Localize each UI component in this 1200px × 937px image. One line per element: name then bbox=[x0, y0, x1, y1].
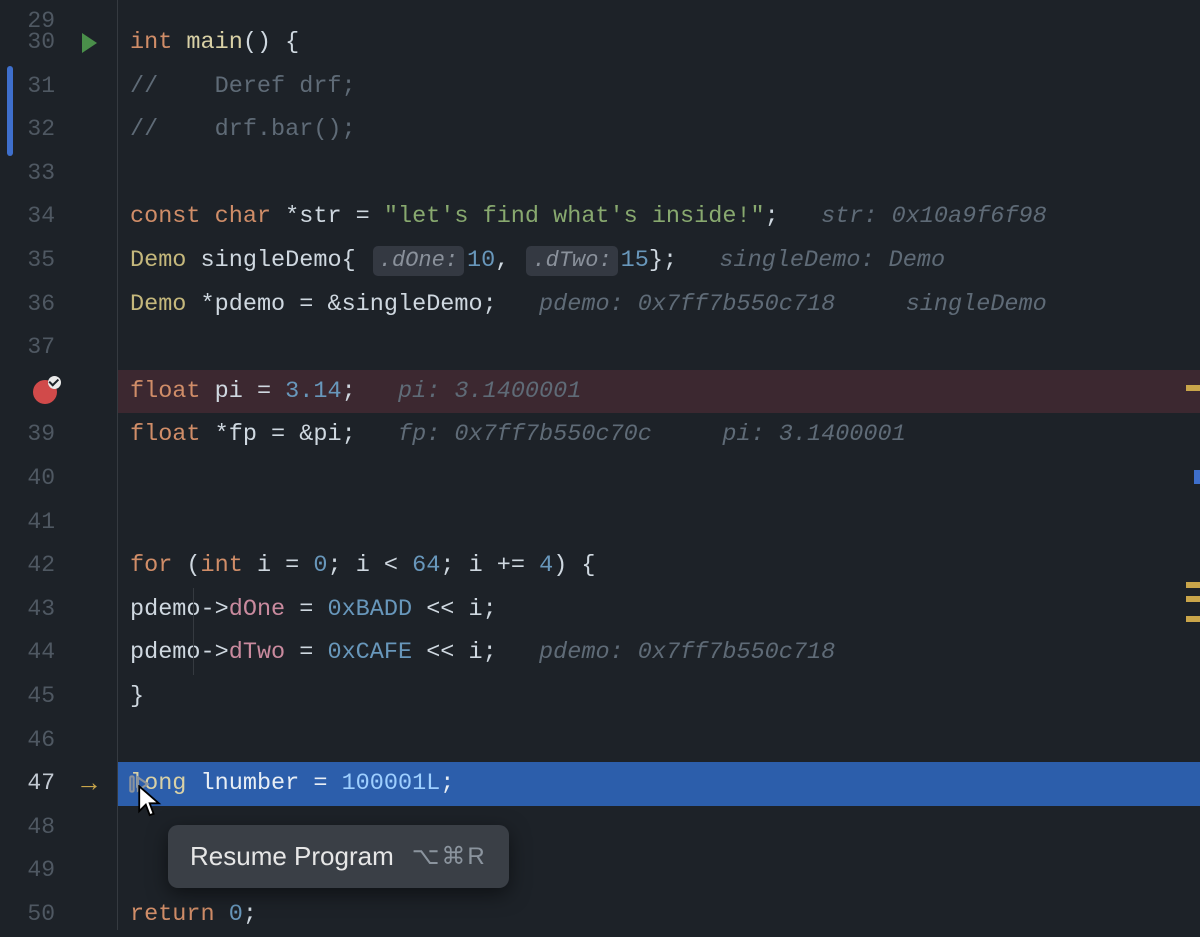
line-number[interactable]: 37 bbox=[0, 326, 55, 370]
line-number[interactable]: 32 bbox=[0, 108, 55, 152]
tooltip-shortcut: ⌥⌘R bbox=[412, 842, 487, 871]
code-line[interactable] bbox=[118, 457, 1200, 501]
code-line[interactable]: Demo singleDemo{ .dOne:10, .dTwo:15}; si… bbox=[118, 239, 1200, 283]
code-line[interactable]: const char *str = "let's find what's ins… bbox=[118, 195, 1200, 239]
line-number[interactable]: 43 bbox=[0, 588, 55, 632]
line-number[interactable]: 47 bbox=[0, 762, 55, 806]
line-number[interactable]: 35 bbox=[0, 239, 55, 283]
inline-debug-value: pi: 3.1400001 bbox=[722, 413, 905, 457]
code-line[interactable]: Demo *pdemo = &singleDemo; pdemo: 0x7ff7… bbox=[118, 283, 1200, 327]
code-line[interactable]: for (int i = 0; i < 64; i += 4) { bbox=[118, 544, 1200, 588]
line-number[interactable]: 45 bbox=[0, 675, 55, 719]
inline-debug-value: pdemo: 0x7ff7b550c718 bbox=[539, 283, 835, 327]
run-to-cursor-icon[interactable] bbox=[123, 762, 155, 806]
inline-debug-value: pdemo: 0x7ff7b550c718 bbox=[539, 631, 835, 675]
line-number[interactable]: 48 bbox=[0, 806, 55, 850]
line-number[interactable]: 41 bbox=[0, 501, 55, 545]
line-number[interactable]: 34 bbox=[0, 195, 55, 239]
inlay-hint: .dOne: bbox=[373, 246, 464, 276]
line-number[interactable]: 46 bbox=[0, 719, 55, 763]
line-number[interactable]: 36 bbox=[0, 283, 55, 327]
code-line[interactable] bbox=[118, 501, 1200, 545]
warning-marker[interactable] bbox=[1186, 385, 1200, 391]
code-editor: 29 30 31 32 33 34 35 36 37 38 39 40 41 4… bbox=[0, 0, 1200, 930]
code-line[interactable]: return 0; bbox=[118, 893, 1200, 937]
line-number[interactable]: 49 bbox=[0, 849, 55, 893]
editor-body[interactable]: int main() { // Deref drf; // drf.bar();… bbox=[118, 0, 1200, 930]
warning-marker[interactable] bbox=[1186, 616, 1200, 622]
breakpoint-icon[interactable] bbox=[18, 370, 72, 414]
line-number[interactable]: 39 bbox=[0, 413, 55, 457]
code-line[interactable] bbox=[118, 719, 1200, 763]
inline-debug-value: str: 0x10a9f6f98 bbox=[821, 195, 1047, 239]
code-line[interactable]: // drf.bar(); bbox=[118, 108, 1200, 152]
code-line[interactable] bbox=[118, 326, 1200, 370]
tooltip-label: Resume Program bbox=[190, 841, 394, 872]
gutter: 29 30 31 32 33 34 35 36 37 38 39 40 41 4… bbox=[0, 0, 118, 930]
tooltip: Resume Program ⌥⌘R bbox=[168, 825, 509, 888]
inline-debug-value: fp: 0x7ff7b550c70c bbox=[398, 413, 652, 457]
code-line-breakpoint[interactable]: float pi = 3.14; pi: 3.1400001 bbox=[118, 370, 1200, 414]
inline-debug-value: pi: 3.1400001 bbox=[398, 370, 581, 414]
run-gutter-icon[interactable] bbox=[62, 21, 116, 65]
code-line[interactable]: pdemo->dTwo = 0xCAFE << i; pdemo: 0x7ff7… bbox=[118, 631, 1200, 675]
inlay-hint: .dTwo: bbox=[526, 246, 617, 276]
line-number[interactable]: 30 bbox=[0, 21, 55, 65]
code-line[interactable]: } bbox=[118, 675, 1200, 719]
inline-debug-value: singleDemo bbox=[906, 283, 1047, 327]
marker-strip[interactable] bbox=[1184, 0, 1200, 930]
inline-debug-value: singleDemo: Demo bbox=[719, 239, 945, 283]
code-line-execution[interactable]: long lnumber = 100001L; bbox=[118, 762, 1200, 806]
execution-pointer-icon: → bbox=[62, 762, 116, 806]
line-number[interactable]: 40 bbox=[0, 457, 55, 501]
info-marker[interactable] bbox=[1194, 470, 1200, 484]
code-line[interactable]: pdemo->dOne = 0xBADD << i; bbox=[118, 588, 1200, 632]
line-number[interactable]: 44 bbox=[0, 631, 55, 675]
warning-marker[interactable] bbox=[1186, 596, 1200, 602]
indent-guide bbox=[193, 588, 194, 675]
line-number[interactable]: 33 bbox=[0, 152, 55, 196]
code-line[interactable] bbox=[118, 152, 1200, 196]
code-line[interactable]: // Deref drf; bbox=[118, 65, 1200, 109]
line-number[interactable]: 31 bbox=[0, 65, 55, 109]
line-number[interactable]: 42 bbox=[0, 544, 55, 588]
code-line[interactable]: float *fp = &pi; fp: 0x7ff7b550c70c pi: … bbox=[118, 413, 1200, 457]
warning-marker[interactable] bbox=[1186, 582, 1200, 588]
code-line[interactable]: int main() { bbox=[118, 21, 1200, 65]
line-number[interactable]: 50 bbox=[0, 893, 55, 937]
